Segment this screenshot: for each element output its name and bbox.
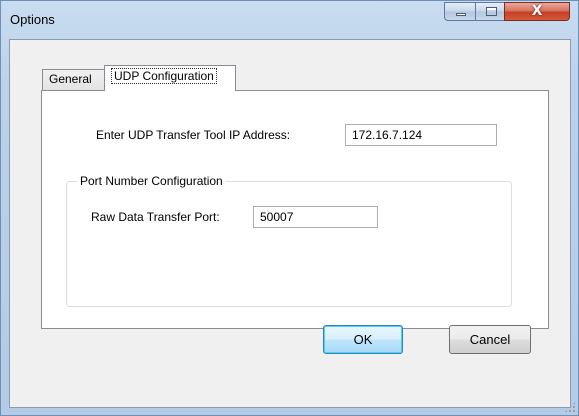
ok-button[interactable]: OK bbox=[323, 325, 403, 354]
port-group-caption: Port Number Configuration bbox=[77, 174, 226, 188]
tab-udp-configuration[interactable]: UDP Configuration bbox=[104, 65, 236, 91]
cancel-button[interactable]: Cancel bbox=[449, 325, 531, 354]
port-number-groupbox: Port Number Configuration Raw Data Trans… bbox=[66, 174, 512, 307]
minimize-button[interactable] bbox=[444, 2, 476, 21]
options-dialog: Options X General UDP Configuration Ente… bbox=[0, 0, 579, 416]
minimize-icon bbox=[456, 13, 466, 16]
udp-configuration-panel: Enter UDP Transfer Tool IP Address: 172.… bbox=[41, 90, 549, 329]
raw-data-port-label: Raw Data Transfer Port: bbox=[91, 210, 220, 224]
close-icon: X bbox=[531, 3, 543, 19]
ip-address-input[interactable]: 172.16.7.124 bbox=[345, 124, 497, 146]
window-title: Options bbox=[10, 12, 55, 27]
tab-udp-configuration-label: UDP Configuration bbox=[111, 68, 217, 84]
raw-data-port-input[interactable]: 50007 bbox=[253, 206, 378, 228]
tab-general-label: General bbox=[49, 72, 92, 86]
ip-address-label: Enter UDP Transfer Tool IP Address: bbox=[96, 128, 291, 142]
tab-general[interactable]: General bbox=[42, 69, 105, 90]
caption-buttons: X bbox=[444, 2, 570, 22]
maximize-icon bbox=[486, 7, 497, 16]
maximize-button[interactable] bbox=[475, 2, 505, 21]
close-button[interactable]: X bbox=[504, 2, 570, 21]
title-bar[interactable]: Options X bbox=[1, 1, 578, 39]
